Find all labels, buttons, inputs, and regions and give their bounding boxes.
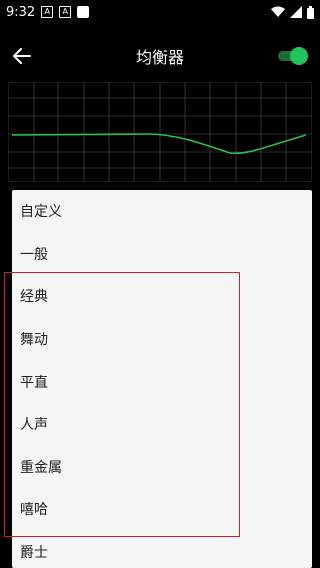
a-box-icon: A xyxy=(41,6,54,18)
menu-item-label: 嘻哈 xyxy=(20,502,48,519)
menu-item-label: 人声 xyxy=(20,417,48,434)
arrow-left-icon xyxy=(13,48,31,64)
status-right xyxy=(271,5,314,19)
app-bar: 均衡器 xyxy=(0,32,320,80)
equalizer-graph xyxy=(8,82,312,182)
notif-letter: A xyxy=(44,7,50,16)
battery-icon xyxy=(307,5,314,19)
menu-item-vocal[interactable]: 人声 xyxy=(12,403,312,446)
menu-item-label: 重金属 xyxy=(20,459,62,476)
signal-icon xyxy=(290,6,302,18)
menu-item-label: 爵士 xyxy=(20,545,48,562)
menu-item-label: 经典 xyxy=(20,289,48,306)
menu-item-label: 舞动 xyxy=(20,332,48,349)
menu-item-hip-hop[interactable]: 嘻哈 xyxy=(12,488,312,531)
wifi-icon xyxy=(271,6,285,17)
eq-grid xyxy=(8,82,312,182)
clock: 9:32 xyxy=(6,4,36,20)
menu-item-label: 平直 xyxy=(20,374,48,391)
status-left: 9:32 A A xyxy=(6,4,90,20)
menu-item-custom[interactable]: 自定义 xyxy=(12,190,312,233)
back-button[interactable] xyxy=(10,44,34,68)
menu-item-label: 一般 xyxy=(20,246,48,263)
page-title: 均衡器 xyxy=(135,48,184,67)
solid-square-icon xyxy=(77,6,90,18)
menu-item-dance[interactable]: 舞动 xyxy=(12,318,312,361)
toggle-thumb xyxy=(290,47,308,65)
menu-item-jazz[interactable]: 爵士 xyxy=(12,531,312,568)
menu-item-label: 自定义 xyxy=(20,204,62,221)
status-bar: 9:32 A A xyxy=(0,0,320,24)
notif-letter: A xyxy=(62,7,68,16)
preset-dropdown-menu: 自定义 一般 经典 舞动 平直 人声 重金属 嘻哈 爵士 xyxy=(12,190,312,568)
equalizer-toggle[interactable] xyxy=(278,47,308,65)
eq-curve xyxy=(11,133,307,155)
menu-item-classical[interactable]: 经典 xyxy=(12,275,312,318)
menu-item-heavy-metal[interactable]: 重金属 xyxy=(12,446,312,489)
a-box-icon: A xyxy=(59,6,72,18)
menu-item-flat[interactable]: 平直 xyxy=(12,360,312,403)
menu-item-normal[interactable]: 一般 xyxy=(12,233,312,276)
